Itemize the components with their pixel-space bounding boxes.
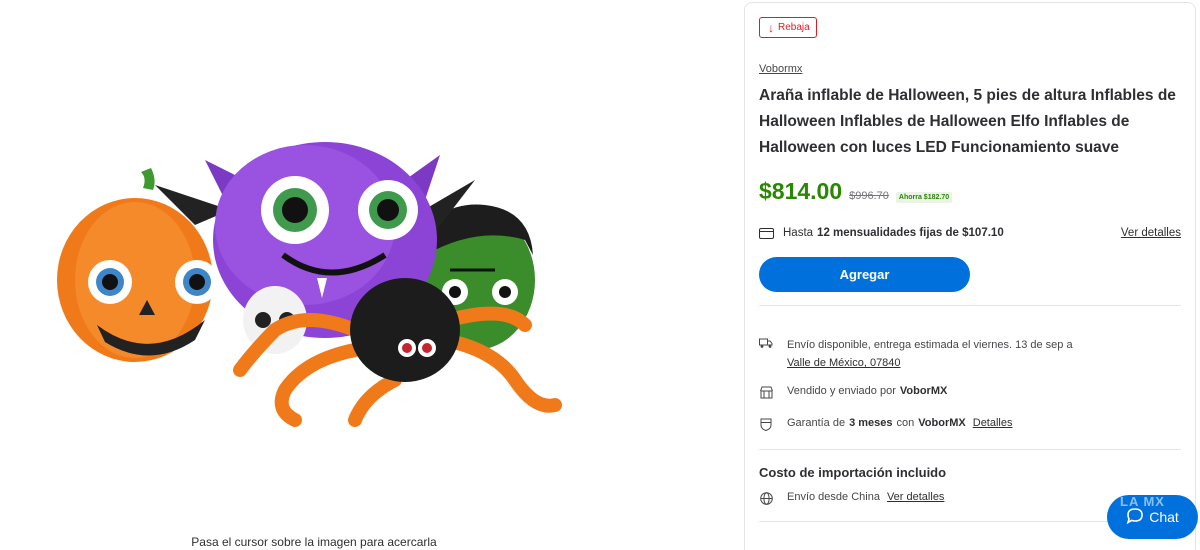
- sale-badge-label: Rebaja: [778, 22, 810, 33]
- warranty-months: 3 meses: [849, 417, 893, 429]
- arrow-down-icon: ↓: [768, 20, 774, 35]
- pumpkin-inflatable: [57, 168, 219, 362]
- installments-detail: 12 mensualidades fijas de $107.10: [817, 227, 1004, 239]
- divider: [759, 305, 1181, 306]
- warranty-seller: VoborMX: [918, 417, 966, 429]
- globe-icon: [759, 491, 773, 505]
- sold-by-seller: VoborMX: [899, 385, 948, 397]
- import-cost-title: Costo de importación incluido: [759, 465, 947, 480]
- shield-icon: [759, 417, 773, 431]
- shipping-estimate: Envío disponible, entrega estimada el vi…: [787, 339, 1073, 351]
- installments-details-link[interactable]: Ver detalles: [1121, 227, 1181, 239]
- product-title: Araña inflable de Halloween, 5 pies de a…: [759, 87, 1176, 156]
- warranty-row: Garantía de 3 meses con VoborMX Detalles: [759, 417, 1179, 431]
- warranty-details-link[interactable]: Detalles: [973, 417, 1013, 429]
- add-to-cart-button[interactable]: Agregar: [759, 257, 970, 292]
- savings-badge: Ahorra $182.70: [895, 192, 953, 203]
- sale-badge: ↓ Rebaja: [759, 17, 817, 38]
- shipping-location-link[interactable]: Valle de México, 07840: [787, 354, 1073, 372]
- divider: [759, 449, 1181, 450]
- product-image[interactable]: [55, 130, 575, 430]
- truck-icon: [759, 336, 773, 350]
- import-details-link[interactable]: Ver detalles: [887, 491, 944, 503]
- seller-link[interactable]: Vobormx: [759, 63, 802, 75]
- zoom-hint: Pasa el cursor sobre la imagen para acer…: [191, 535, 437, 549]
- sold-by-row: Vendido y enviado por VoborMX: [759, 385, 1179, 399]
- watermark-text: LA MX: [1120, 494, 1165, 509]
- chat-bubble-icon: [1126, 507, 1144, 528]
- current-price: $814.00: [759, 178, 843, 204]
- product-gallery: Pasa el cursor sobre la imagen para acer…: [0, 0, 735, 550]
- shipping-row: Envío disponible, entrega estimada el vi…: [759, 336, 1179, 372]
- store-icon: [759, 385, 773, 399]
- was-price: $996.70: [849, 190, 889, 202]
- buy-box-panel: ↓ Rebaja Vobormx Araña inflable de Hallo…: [744, 2, 1196, 550]
- price-row: $814.00 $996.70 Ahorra $182.70: [759, 178, 953, 205]
- warranty-mid: con: [896, 417, 915, 429]
- credit-card-icon: [759, 227, 774, 239]
- warranty-prefix: Garantía de: [787, 417, 846, 429]
- chat-label: Chat: [1149, 509, 1179, 525]
- import-origin: Envío desde China: [787, 491, 880, 503]
- installments-row: Hasta 12 mensualidades fijas de $107.10 …: [759, 227, 1181, 239]
- installments-prefix: Hasta: [783, 227, 814, 239]
- sold-by-prefix: Vendido y enviado por: [787, 385, 896, 397]
